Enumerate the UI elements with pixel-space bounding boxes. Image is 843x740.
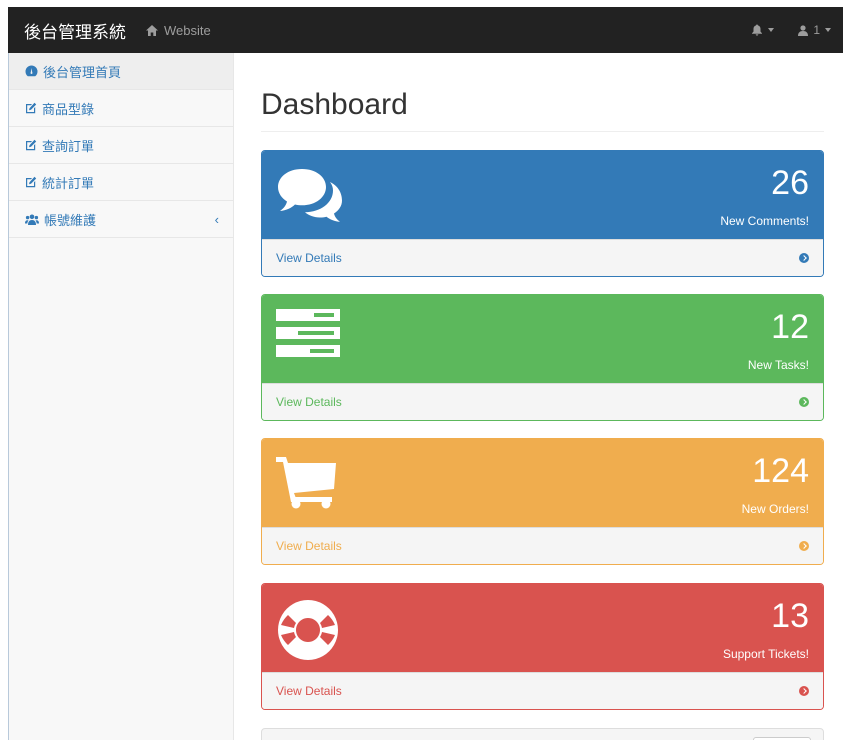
comments-label: New Comments! (720, 214, 809, 228)
chevron-down-icon (768, 28, 775, 32)
panel-heading: 26 New Comments! (262, 151, 823, 239)
user-dropdown[interactable]: 1 (786, 7, 843, 53)
sidebar-item-order-stats[interactable]: 統計訂單 (9, 164, 233, 201)
sidebar-item-label: 商品型錄 (42, 101, 95, 117)
view-details-label: View Details (276, 539, 342, 553)
comments-panel: 26 New Comments! View Details (261, 150, 824, 277)
sidebar-item-label: 查詢訂單 (42, 138, 95, 154)
sidebar: 後台管理首頁 商品型錄 查詢訂單 統計訂單 帳號維護 ‹ (8, 53, 234, 740)
page-title: Dashboard (261, 88, 824, 132)
view-details-link[interactable]: View Details (262, 239, 823, 276)
view-details-link[interactable]: View Details (262, 672, 823, 709)
view-details-label: View Details (276, 684, 342, 698)
website-link[interactable]: Website (146, 23, 211, 38)
support-panel: 13 Support Tickets! View Details (261, 583, 824, 710)
view-details-link[interactable]: View Details (262, 383, 823, 420)
next-panel (261, 728, 824, 740)
alerts-dropdown[interactable] (739, 7, 786, 53)
life-ring-icon (276, 598, 340, 665)
orders-panel: 124 New Orders! View Details (261, 438, 824, 565)
tickets-label: Support Tickets! (722, 647, 809, 661)
sidebar-item-label: 帳號維護 (44, 212, 97, 228)
website-link-label: Website (164, 22, 211, 38)
edit-icon (26, 139, 37, 151)
arrow-circle-right-icon (799, 541, 809, 551)
bell-icon (752, 24, 763, 36)
tasks-count: 12 (771, 308, 809, 346)
view-details-link[interactable]: View Details (262, 527, 823, 564)
orders-count: 124 (752, 452, 809, 490)
user-icon (798, 24, 809, 36)
user-label: 1 (813, 23, 820, 37)
top-navbar: 後台管理系統 Website 1 (8, 7, 843, 53)
comments-count: 26 (771, 164, 809, 202)
comments-icon (276, 167, 344, 226)
sidebar-item-label: 統計訂單 (42, 175, 95, 191)
orders-label: New Orders! (741, 502, 809, 516)
view-details-label: View Details (276, 395, 342, 409)
tasks-icon (276, 307, 340, 360)
sidebar-item-catalog[interactable]: 商品型錄 (9, 90, 233, 127)
shopping-cart-icon (276, 455, 338, 512)
arrow-circle-right-icon (799, 253, 809, 263)
chevron-down-icon (825, 28, 831, 32)
sidebar-item-accounts[interactable]: 帳號維護 ‹ (9, 201, 233, 238)
tasks-label: New Tasks! (747, 358, 809, 372)
users-icon (25, 214, 39, 225)
tickets-count: 13 (771, 597, 809, 635)
view-details-label: View Details (276, 251, 342, 265)
main-content: Dashboard 26 New Comments! View Details … (261, 53, 824, 740)
dashboard-icon (25, 65, 38, 77)
arrow-circle-right-icon (799, 686, 809, 696)
panel-heading: 124 New Orders! (262, 439, 823, 527)
tasks-panel: 12 New Tasks! View Details (261, 294, 824, 421)
arrow-circle-right-icon (799, 397, 809, 407)
brand-title[interactable]: 後台管理系統 (8, 18, 146, 43)
panel-heading: 12 New Tasks! (262, 295, 823, 383)
chevron-left-icon[interactable]: ‹ (215, 212, 219, 227)
sidebar-item-dashboard[interactable]: 後台管理首頁 (9, 53, 233, 90)
sidebar-item-label: 後台管理首頁 (43, 64, 122, 80)
sidebar-item-query-orders[interactable]: 查詢訂單 (9, 127, 233, 164)
edit-icon (26, 102, 37, 114)
home-icon (146, 24, 158, 36)
edit-icon (26, 176, 37, 188)
panel-heading: 13 Support Tickets! (262, 584, 823, 672)
